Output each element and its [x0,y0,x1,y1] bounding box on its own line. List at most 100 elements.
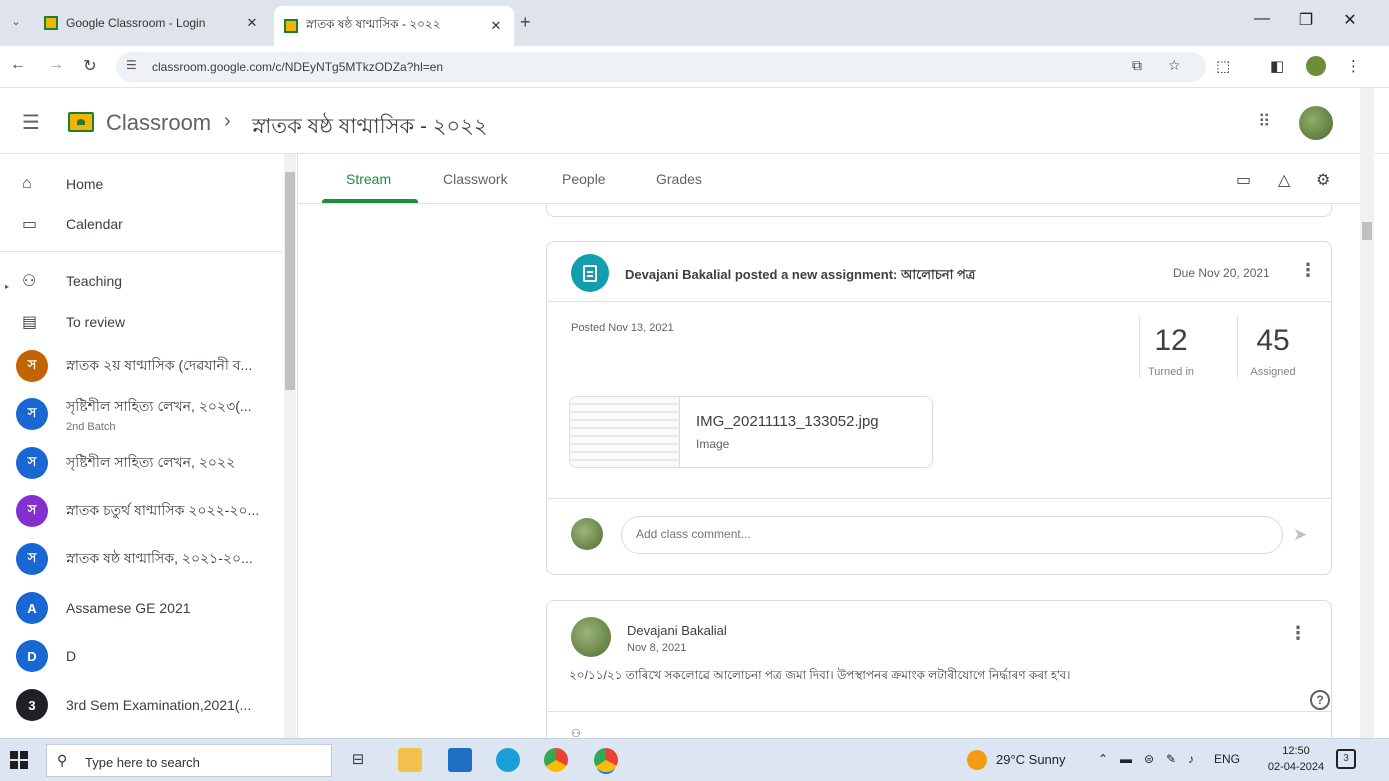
announcement-card[interactable]: Devajani Bakalial Nov 8, 2021 ⋮ ২০/১১/২১… [546,600,1332,738]
sidebar-class-item[interactable]: 3 3rd Sem Examination,2021(... [0,685,282,725]
settings-gear-icon[interactable]: ⚙ [1316,170,1330,190]
sidebar-class-item[interactable]: D D [0,636,282,676]
turned-in-count[interactable]: 12 [1131,324,1211,358]
mail-icon[interactable] [448,748,472,772]
system-clock[interactable]: 12:50 02-04-2024 [1266,743,1326,775]
more-options-icon[interactable]: ⋮ [1289,623,1307,644]
class-name: Assamese GE 2021 [66,600,191,616]
page-scrollbar[interactable] [1360,88,1374,738]
sidebar-item-label: Calendar [66,216,123,232]
posted-date: Posted Nov 13, 2021 [571,322,674,334]
sidebar-item-teaching[interactable]: ⚇ Teaching [0,261,282,301]
class-avatar: 3 [16,689,48,721]
pen-icon[interactable]: ✎ [1166,752,1176,766]
tab-close-icon[interactable]: ✕ [244,15,260,31]
sidebar-item-home[interactable]: ⌂ Home [0,164,282,204]
task-view-icon[interactable]: ⊟ [346,748,370,772]
show-hidden-icons[interactable]: ⌃ [1098,752,1108,766]
sidebar-item-label: To review [66,314,126,330]
help-icon[interactable]: ? [1310,690,1330,710]
network-icon[interactable]: ⊜ [1144,752,1154,766]
class-comments-icon[interactable]: ⚇ [571,727,581,738]
forward-icon[interactable]: → [46,56,66,74]
edge-icon[interactable] [496,748,520,772]
tab-people[interactable]: People [562,171,606,187]
page-scrollbar-thumb[interactable] [1362,222,1372,240]
new-tab-button[interactable]: + [520,12,531,33]
browser-profile-avatar[interactable] [1306,56,1326,76]
language-indicator[interactable]: ENG [1214,752,1240,766]
class-name: স্নাতক চতুৰ্থ ষাণ্মাসিক ২০২২-২০... [66,502,260,518]
assignment-card[interactable]: Devajani Bakalial posted a new assignmen… [546,241,1332,575]
chrome-icon[interactable] [544,748,568,772]
calendar-icon[interactable]: ▭ [1236,170,1251,190]
class-comment-field[interactable] [621,516,1283,554]
browser-menu-icon[interactable]: ⋮ [1346,57,1361,75]
send-icon[interactable]: ➤ [1293,525,1307,545]
close-window-button[interactable]: ✕ [1338,10,1362,30]
sidebar-item-to-review[interactable]: ▤ To review [0,302,282,342]
bookmark-star-icon[interactable]: ☆ [1168,57,1181,74]
card-header[interactable]: Devajani Bakalial posted a new assignmen… [547,242,1331,302]
sidebar-class-item[interactable]: স সৃষ্টিশীল সাহিত্য লেখন, ২০২২ [0,443,282,483]
tab-search-icon[interactable]: ⌄ [6,12,26,32]
file-explorer-icon[interactable] [398,748,422,772]
classroom-brand[interactable]: Classroom [106,110,211,136]
install-app-icon[interactable]: ⧉ [1132,57,1142,74]
weather-text[interactable]: 29°C Sunny [996,752,1066,767]
course-title[interactable]: স্নাতক ষষ্ঠ ষাণ্মাসিক - ২০২২ [252,110,487,145]
class-avatar: স [16,495,48,527]
sidebar-class-item[interactable]: স সৃষ্টিশীল সাহিত্য লেখন, ২০২৩(... 2nd B… [0,394,282,434]
tab-classwork[interactable]: Classwork [443,171,508,187]
extensions-icon[interactable]: ⬚ [1216,57,1230,75]
sun-icon[interactable] [967,750,987,770]
more-options-icon[interactable]: ⋮ [1299,260,1317,281]
chrome-active-icon[interactable] [594,748,618,772]
notification-center-icon[interactable]: 3 [1336,749,1356,769]
tab-stream[interactable]: Stream [346,171,391,187]
class-name: স্নাতক ২য় ষাণ্মাসিক (দেৱযানী ব... [66,357,253,373]
classroom-logo-icon[interactable] [68,112,94,132]
people-icon: ⚇ [22,273,37,290]
google-apps-icon[interactable]: ⠿ [1258,112,1270,132]
sidebar-item-label: Teaching [66,273,123,289]
drive-icon[interactable]: △ [1278,170,1290,190]
browser-tab-strip: ⌄ Google Classroom - Login ✕ স্নাতক ষষ্ঠ… [0,0,1389,46]
attachment-card[interactable]: IMG_20211113_133052.jpg Image [569,396,933,468]
minimize-button[interactable]: — [1250,10,1274,28]
sidebar-class-item[interactable]: স স্নাতক ২য় ষাণ্মাসিক (দেৱযানী ব... [0,346,282,386]
browser-tab-login[interactable]: Google Classroom - Login ✕ [34,6,270,40]
back-icon[interactable]: ← [8,56,28,74]
classroom-header: ☰ Classroom › স্নাতক ষষ্ঠ ষাণ্মাসিক - ২০… [0,88,1389,154]
taskbar-search[interactable]: ⚲ Type here to search [46,744,332,777]
sidebar-class-item[interactable]: A Assamese GE 2021 [0,588,282,628]
assignment-title[interactable]: Devajani Bakalial posted a new assignmen… [625,266,975,287]
assignment-icon [571,254,609,292]
author-name: Devajani Bakalial [627,623,727,638]
tab-close-icon[interactable]: ✕ [488,18,504,34]
url-text[interactable]: classroom.google.com/c/NDEyNTg5MTkzODZa?… [152,60,443,74]
class-avatar: স [16,350,48,382]
review-icon: ▤ [22,314,38,331]
assigned-count[interactable]: 45 [1233,324,1313,358]
reload-icon[interactable]: ↻ [80,56,100,76]
browser-tab-course[interactable]: স্নাতক ষষ্ঠ ষাণ্মাসিক - ২০২২ ✕ [274,6,514,46]
class-name: স্নাতক ষষ্ঠ ষাণ্মাসিক, ২০২১-২০... [66,550,253,566]
site-info-icon[interactable]: ☰ [126,58,137,72]
sidebar-item-calendar[interactable]: ▭ Calendar [0,204,282,244]
main-menu-icon[interactable]: ☰ [22,110,40,135]
sidebar-class-item[interactable]: স স্নাতক ষষ্ঠ ষাণ্মাসিক, ২০২১-২০... [0,539,282,579]
account-avatar[interactable] [1299,106,1333,140]
sidebar-class-item[interactable]: স স্নাতক চতুৰ্থ ষাণ্মাসিক ২০২২-২০... [0,491,282,531]
tab-grades[interactable]: Grades [656,171,702,187]
sidebar-scrollbar-thumb[interactable] [285,172,295,390]
windows-start-icon[interactable] [10,751,28,769]
volume-icon[interactable]: ♪ [1188,752,1194,766]
side-panel-icon[interactable]: ◧ [1270,57,1284,75]
due-date: Due Nov 20, 2021 [1173,266,1270,280]
address-bar[interactable]: ☰ classroom.google.com/c/NDEyNTg5MTkzODZ… [116,52,1206,82]
battery-icon[interactable]: ▬ [1120,752,1132,766]
class-comment-input[interactable] [636,527,1256,541]
restore-button[interactable]: ❐ [1294,10,1318,30]
tab-title: স্নাতক ষষ্ঠ ষাণ্মাসিক - ২০২২ [306,17,441,31]
